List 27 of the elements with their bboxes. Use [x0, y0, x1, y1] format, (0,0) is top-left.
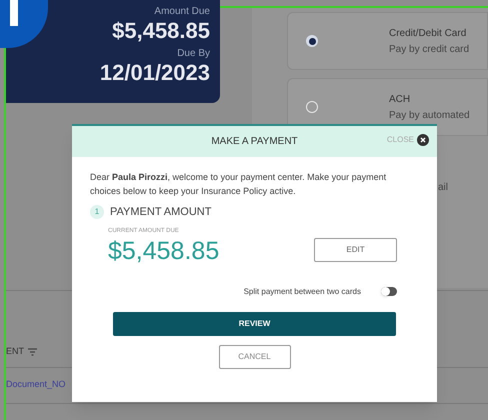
dialog-title: MAKE A PAYMENT — [211, 135, 298, 149]
option-title: Credit/Debit Card — [389, 28, 468, 38]
close-icon — [417, 134, 429, 146]
due-label: Due By — [177, 48, 210, 60]
radio-button[interactable] — [306, 35, 318, 47]
radio-button[interactable] — [306, 101, 318, 113]
option-description: Pay by credit card — [389, 44, 470, 54]
step-number: 1 — [90, 205, 104, 220]
amount-value: $5,458.85 — [112, 18, 210, 44]
option-text: ail — [438, 181, 448, 195]
payment-option-card[interactable]: Credit/Debit Card Pay by credit card — [287, 12, 488, 70]
column-header: ENT — [6, 345, 24, 358]
filter-icon[interactable] — [28, 348, 37, 356]
split-payment-label: Split payment between two cards — [244, 286, 361, 298]
due-date: 12/01/2023 — [100, 60, 210, 86]
step-badge-icon — [0, 0, 48, 48]
document-link[interactable]: Document_NO — [6, 378, 66, 392]
greeting-text: Dear Paula Pirozzi, welcome to your payment center. Make your payment choices below to keep your Insurance Policy active. — [90, 171, 388, 198]
option-title: ACH — [389, 94, 412, 104]
toggle-switch[interactable] — [381, 287, 397, 296]
amount-label: Amount Due — [154, 6, 210, 18]
option-description: Pay by automated — [389, 110, 470, 120]
review-button[interactable]: REVIEW — [113, 312, 396, 336]
edit-button[interactable]: EDIT — [314, 238, 397, 262]
cancel-button[interactable]: CANCEL — [218, 344, 290, 368]
amount-value: $5,458.85 — [108, 236, 220, 266]
step-title: PAYMENT AMOUNT — [110, 205, 212, 220]
